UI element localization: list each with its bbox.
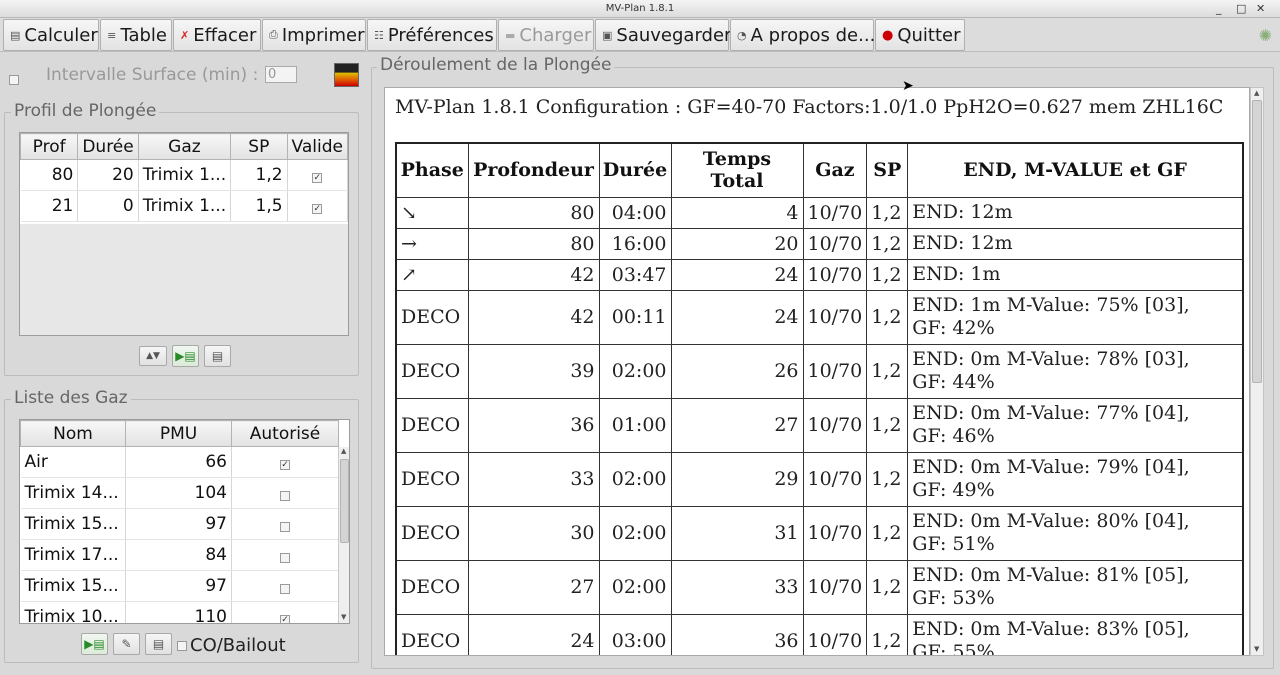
gaz-scrollbar[interactable]: ▲ ▼ [338, 447, 349, 623]
imprimer-button[interactable]: ⎙ Imprimer [262, 19, 366, 51]
col-duree[interactable]: Durée [77, 133, 139, 160]
gaz-title: Liste des Gaz [11, 388, 131, 408]
autorise-checkbox[interactable]: ✓ [280, 584, 290, 594]
valide-checkbox[interactable]: ✓ [312, 204, 323, 214]
remove-row-icon: ▤ [152, 637, 165, 651]
table-row: DECO 36 01:00 27 10/70 1,2 END: 0m M-Val… [395, 397, 1244, 453]
descent-arrow-icon: ↘ [395, 196, 469, 229]
table-row[interactable]: 21 0 Trimix 1... 1,5 ✓ [20, 190, 348, 222]
remove-gas-button[interactable]: ▤ [145, 633, 172, 655]
autorise-checkbox[interactable]: ✓ [280, 460, 290, 470]
valide-checkbox[interactable]: ✓ [312, 173, 323, 183]
charger-button[interactable]: ▬ Charger [498, 19, 594, 51]
table-row: DECO 27 02:00 33 10/70 1,2 END: 0m M-Val… [395, 559, 1244, 615]
level-arrow-icon: → [395, 227, 469, 260]
edit-gas-button[interactable]: ✎ [113, 633, 140, 655]
scroll-down-icon[interactable]: ▼ [1254, 645, 1259, 653]
table-row[interactable]: Trimix 17... 84 ✓ [20, 539, 339, 571]
window-title: MV-Plan 1.8.1 [605, 3, 675, 14]
profil-title: Profil de Plongée [11, 101, 160, 121]
deroulement-scrollbar[interactable]: ▲ ▼ [1250, 87, 1264, 656]
ascent-arrow-icon: ↗ [395, 258, 469, 291]
add-row-icon: ▶▤ [175, 349, 196, 363]
table-button[interactable]: ≡ Table [100, 19, 172, 51]
remove-segment-button[interactable]: ▤ [204, 345, 231, 367]
table-row: DECO 30 02:00 31 10/70 1,2 END: 0m M-Val… [395, 505, 1244, 561]
calculer-button[interactable]: ▤ Calculer [3, 19, 99, 51]
table-row[interactable]: Trimix 15... 97 ✓ [20, 570, 339, 602]
autorise-checkbox[interactable]: ✓ [280, 615, 290, 623]
add-row-icon: ▶▤ [84, 637, 105, 651]
bailout-checkbox[interactable]: CO/Bailout [177, 635, 286, 656]
profil-table[interactable]: Prof Durée Gaz SP Valide 80 20 Trimix 1.… [19, 132, 349, 336]
table-row: ↗ 42 03:47 24 10/70 1,2 END: 1m [395, 258, 1244, 291]
table-row: DECO 24 03:00 36 10/70 1,2 END: 0m M-Val… [395, 613, 1244, 655]
surface-label: Intervalle Surface (min) : [46, 65, 259, 85]
table-row: DECO 42 00:11 24 10/70 1,2 END: 1m M-Val… [395, 289, 1244, 345]
col-autorise[interactable]: Autorisé [231, 420, 339, 447]
deroulement-title: Déroulement de la Plongée [377, 55, 615, 75]
autorise-checkbox[interactable]: ✓ [280, 491, 290, 501]
scroll-down-icon[interactable]: ▼ [341, 613, 346, 621]
config-line: MV-Plan 1.8.1 Configuration : GF=40-70 F… [395, 96, 1224, 118]
gaz-table[interactable]: Nom PMU Autorisé Air 66 ✓ Trimix 14... 1… [19, 419, 350, 624]
add-gas-button[interactable]: ▶▤ [81, 633, 108, 655]
col-prof[interactable]: Prof [20, 133, 79, 160]
move-up-down-arrows-icon[interactable]: ▲▼ [139, 346, 167, 366]
table-row: DECO 33 02:00 29 10/70 1,2 END: 0m M-Val… [395, 451, 1244, 507]
table-row: → 80 16:00 20 10/70 1,2 END: 12m [395, 227, 1244, 260]
scroll-up-icon[interactable]: ▲ [1254, 89, 1259, 97]
mouse-cursor-icon: ➤ [902, 78, 914, 94]
sauvegarder-button[interactable]: ▣ Sauvegarder [595, 19, 731, 51]
table-row: ↘ 80 04:00 4 10/70 1,2 END: 12m [395, 196, 1244, 229]
table-row[interactable]: Trimix 15... 97 ✓ [20, 508, 339, 540]
col-pmu[interactable]: PMU [125, 420, 232, 447]
table-row[interactable]: Trimix 10... 110 ✓ [20, 601, 339, 623]
maximize-icon[interactable]: □ [1236, 0, 1246, 18]
table-icon: ≡ [107, 28, 117, 42]
col-valide[interactable]: Valide [286, 133, 348, 160]
busy-spinner-icon: ✺ [1258, 26, 1272, 45]
apropos-button[interactable]: ◔ A propos de... [730, 19, 875, 51]
minimize-icon[interactable]: _ [1216, 0, 1222, 18]
preferences-button[interactable]: ☷ Préférences [367, 19, 497, 51]
dive-table: Phase Profondeur Durée Temps Total Gaz S… [395, 142, 1244, 655]
table-row: DECO 39 02:00 26 10/70 1,2 END: 0m M-Val… [395, 343, 1244, 399]
chart-thumbnail-icon[interactable] [334, 63, 359, 87]
col-sp[interactable]: SP [230, 133, 288, 160]
toolbar: ▤ Calculer ≡ Table ✗ Effacer ⎙ Imprimer … [0, 18, 1280, 52]
table-row[interactable]: Air 66 ✓ [20, 446, 339, 478]
surface-input[interactable]: 0 [265, 66, 297, 83]
col-gaz[interactable]: Gaz [137, 133, 232, 160]
load-icon: ▬ [505, 28, 516, 42]
scroll-up-icon[interactable]: ▲ [341, 447, 346, 455]
edit-icon: ✎ [121, 637, 132, 651]
surface-checkbox[interactable] [9, 70, 19, 90]
dive-plan-view[interactable]: MV-Plan 1.8.1 Configuration : GF=40-70 F… [384, 87, 1250, 656]
table-row[interactable]: Trimix 14... 104 ✓ [20, 477, 339, 509]
table-row[interactable]: 80 20 Trimix 1... 1,2 ✓ [20, 159, 348, 191]
close-icon[interactable]: ✕ [1256, 0, 1265, 18]
clear-icon: ✗ [180, 28, 190, 42]
calculator-icon: ▤ [10, 28, 21, 42]
info-bubble-icon: ◔ [737, 28, 747, 42]
window-titlebar: MV-Plan 1.8.1 _ □ ✕ [0, 0, 1280, 18]
col-nom[interactable]: Nom [20, 420, 126, 447]
autorise-checkbox[interactable]: ✓ [280, 553, 290, 563]
save-icon: ▣ [602, 28, 613, 42]
printer-icon: ⎙ [269, 28, 278, 41]
stop-icon: ● [882, 27, 894, 43]
remove-row-icon: ▤ [211, 349, 224, 363]
effacer-button[interactable]: ✗ Effacer [173, 19, 261, 51]
preferences-icon: ☷ [374, 28, 384, 42]
add-segment-button[interactable]: ▶▤ [172, 345, 199, 367]
quitter-button[interactable]: ● Quitter [875, 19, 965, 51]
autorise-checkbox[interactable]: ✓ [280, 522, 290, 532]
